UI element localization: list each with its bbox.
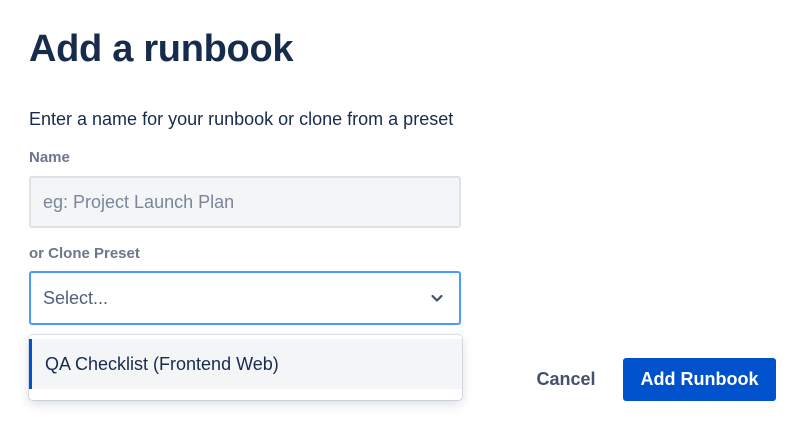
name-input[interactable] <box>29 176 461 228</box>
preset-dropdown-menu: QA Checklist (Frontend Web) <box>29 335 462 400</box>
add-runbook-button[interactable]: Add Runbook <box>623 358 776 401</box>
dialog-title: Add a runbook <box>29 28 294 70</box>
cancel-button[interactable]: Cancel <box>520 358 612 401</box>
option-label: QA Checklist (Frontend Web) <box>45 353 279 374</box>
clone-preset-select[interactable]: Select... <box>29 271 461 325</box>
preset-option-qa-checklist[interactable]: QA Checklist (Frontend Web) <box>29 339 462 389</box>
dialog-description: Enter a name for your runbook or clone f… <box>29 109 454 129</box>
clone-preset-label: or Clone Preset <box>29 245 140 262</box>
select-value: Select... <box>43 287 109 308</box>
name-label: Name <box>29 149 70 166</box>
chevron-down-icon[interactable] <box>427 288 447 308</box>
add-runbook-dialog: Add a runbook Enter a name for your runb… <box>0 0 806 431</box>
